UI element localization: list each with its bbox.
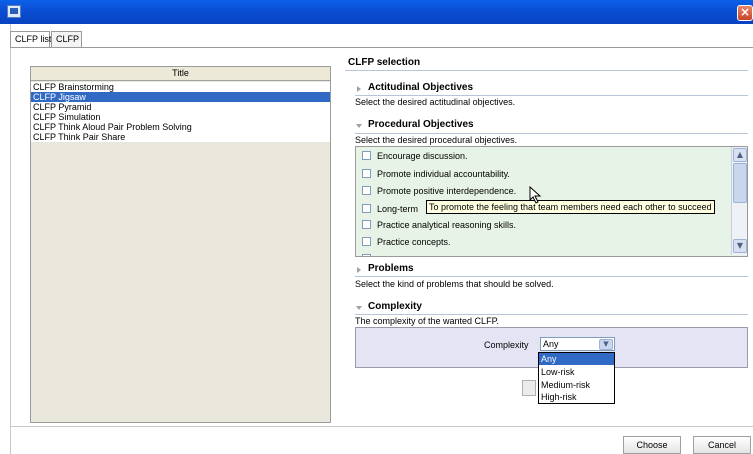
checkbox-option[interactable]: Long-term	[362, 203, 418, 215]
chevron-down-icon[interactable]: ▼	[599, 339, 613, 350]
complexity-title[interactable]: Complexity	[368, 301, 422, 312]
section-divider	[355, 314, 748, 315]
cancel-button[interactable]: Cancel	[693, 436, 751, 454]
tab-divider	[10, 47, 753, 48]
triangle-down-icon[interactable]	[356, 124, 362, 128]
close-icon: ×	[739, 5, 751, 19]
section-divider	[355, 133, 748, 134]
hidden-button[interactable]	[522, 380, 536, 396]
dropdown-option[interactable]: Any	[539, 353, 614, 365]
list-item[interactable]: CLFP Think Pair Share	[31, 132, 330, 142]
checkbox-label: Promote individual accountability.	[377, 169, 510, 179]
problems-title[interactable]: Problems	[368, 263, 414, 274]
procedural-title[interactable]: Procedural Objectives	[368, 119, 474, 130]
tab-clfp[interactable]: CLFP	[51, 31, 82, 47]
procedural-desc: Select the desired procedural objectives…	[355, 135, 518, 145]
section-divider	[355, 95, 748, 96]
dropdown-option[interactable]: Low-risk	[539, 366, 614, 378]
tooltip: To promote the feeling that team members…	[426, 200, 715, 214]
scroll-down-icon[interactable]: ▼	[733, 239, 747, 253]
checkbox-label: Practice analytical reasoning skills.	[377, 220, 517, 230]
checkbox[interactable]	[362, 204, 371, 213]
close-button[interactable]: ×	[737, 5, 753, 21]
tab-clfp-list[interactable]: CLFP list	[10, 31, 51, 47]
checkbox-label: Encourage discussion.	[377, 151, 468, 161]
scroll-up-icon[interactable]: ▲	[733, 148, 747, 162]
list-item[interactable]: CLFP Pyramid	[31, 102, 330, 112]
problems-desc: Select the kind of problems that should …	[355, 279, 554, 289]
clfp-list: Title CLFP Brainstorming CLFP Jigsaw CLF…	[30, 66, 331, 423]
complexity-desc: The complexity of the wanted CLFP.	[355, 316, 499, 326]
checkbox-option[interactable]: Promote individual accountability.	[362, 168, 510, 180]
list-item[interactable]: CLFP Think Aloud Pair Problem Solving	[31, 122, 330, 132]
checkbox[interactable]	[362, 237, 371, 246]
list-item[interactable]: CLFP Brainstorming	[31, 82, 330, 92]
section-divider	[355, 276, 748, 277]
section-divider	[345, 70, 748, 71]
triangle-right-icon[interactable]	[357, 267, 361, 273]
actitudinal-desc: Select the desired actitudinal objective…	[355, 97, 516, 107]
triangle-down-icon[interactable]	[356, 306, 362, 310]
triangle-right-icon[interactable]	[357, 86, 361, 92]
checkbox-option[interactable]	[362, 253, 377, 256]
complexity-select[interactable]: Any ▼	[540, 337, 615, 351]
checkbox[interactable]	[362, 151, 371, 160]
checkbox-option[interactable]: Promote positive interdependence.	[362, 185, 516, 197]
checkbox-label: Promote positive interdependence.	[377, 186, 517, 196]
list-item[interactable]: CLFP Simulation	[31, 112, 330, 122]
checkbox[interactable]	[362, 220, 371, 229]
checkbox[interactable]	[362, 254, 371, 256]
complexity-dropdown: Any Low-risk Medium-risk High-risk	[538, 352, 615, 404]
checkbox-label: Long-term	[377, 204, 419, 214]
dropdown-option[interactable]: High-risk	[539, 391, 614, 403]
selection-title: CLFP selection	[348, 57, 421, 68]
checkbox[interactable]	[362, 186, 371, 195]
choose-button[interactable]: Choose	[623, 436, 681, 454]
mouse-pointer-icon	[529, 186, 542, 204]
checkbox[interactable]	[362, 169, 371, 178]
checkbox-option[interactable]: Encourage discussion.	[362, 150, 468, 162]
actitudinal-title[interactable]: Actitudinal Objectives	[368, 82, 473, 93]
checkbox-label: Practice concepts.	[377, 237, 451, 247]
window-titlebar: ×	[0, 0, 753, 24]
complexity-label: Complexity	[484, 340, 529, 350]
complexity-select-value: Any	[543, 339, 559, 349]
vertical-scrollbar[interactable]: ▲ ▼	[731, 147, 747, 255]
bottom-divider	[10, 426, 753, 427]
app-window-icon	[7, 5, 21, 18]
scroll-thumb[interactable]	[733, 163, 747, 203]
dropdown-option[interactable]: Medium-risk	[539, 379, 614, 391]
checkbox-option[interactable]: Practice concepts.	[362, 236, 451, 248]
list-header-title[interactable]: Title	[31, 67, 330, 81]
list-item[interactable]: CLFP Jigsaw	[31, 92, 330, 102]
checkbox-option[interactable]: Practice analytical reasoning skills.	[362, 219, 516, 231]
